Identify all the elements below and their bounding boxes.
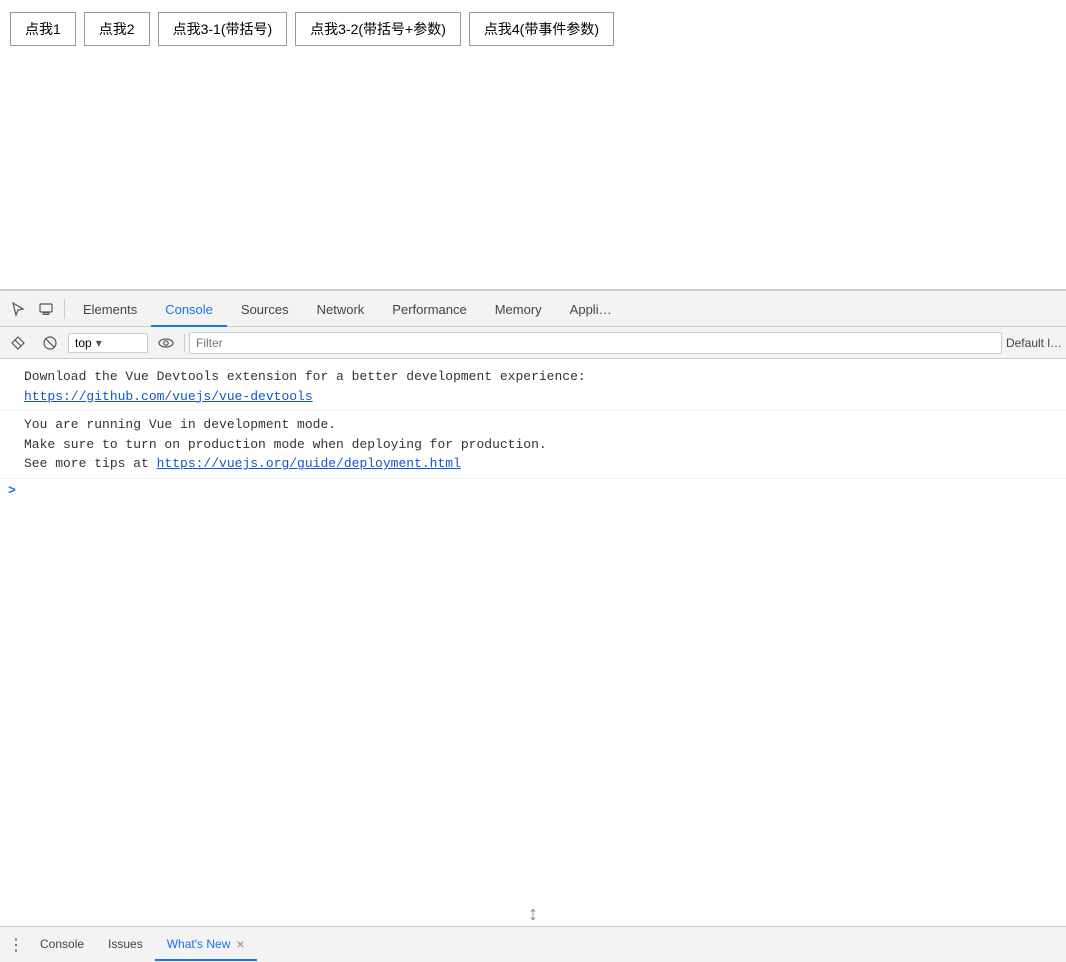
devtools-panel: Elements Console Sources Network Perform… (0, 290, 1066, 962)
tab-performance[interactable]: Performance (378, 295, 480, 327)
btn-2[interactable]: 点我2 (84, 12, 150, 46)
tab-application[interactable]: Appli… (556, 295, 626, 327)
btn-3-1[interactable]: 点我3-1(带括号) (158, 12, 288, 46)
btn-4[interactable]: 点我4(带事件参数) (469, 12, 614, 46)
drawer-tab-whatsnew[interactable]: What's New × (155, 929, 257, 961)
prompt-chevron: > (8, 483, 16, 498)
drawer-tab-console[interactable]: Console (28, 929, 96, 961)
console-message-2-line2: Make sure to turn on production mode whe… (24, 437, 547, 452)
toolbar-separator (64, 299, 65, 319)
tab-memory[interactable]: Memory (481, 295, 556, 327)
tab-console[interactable]: Console (151, 295, 227, 327)
drawer-tab-issues[interactable]: Issues (96, 929, 155, 961)
tab-network[interactable]: Network (303, 295, 379, 327)
devtools-tabs: Elements Console Sources Network Perform… (69, 291, 1062, 327)
btn-1[interactable]: 点我1 (10, 12, 76, 46)
devtools-topbar: Elements Console Sources Network Perform… (0, 291, 1066, 327)
console-message-1-prefix: Download the Vue Devtools extension for … (24, 369, 586, 384)
console-message-2-line3: See more tips at (24, 456, 157, 471)
default-levels-label: Default l… (1006, 336, 1062, 350)
console-filter-input[interactable] (189, 332, 1002, 354)
bottom-drawer: ⋮ Console Issues What's New × (0, 926, 1066, 962)
chevron-down-icon: ▾ (96, 336, 102, 350)
console-message-2-line1: You are running Vue in development mode. (24, 417, 336, 432)
btn-3-2[interactable]: 点我3-2(带括号+参数) (295, 12, 461, 46)
console-content: Download the Vue Devtools extension for … (0, 359, 1066, 926)
page-area: 点我1 点我2 点我3-1(带括号) 点我3-2(带括号+参数) 点我4(带事件… (0, 0, 1066, 290)
console-message-2-link[interactable]: https://vuejs.org/guide/deployment.html (157, 456, 461, 471)
filter-separator (184, 334, 185, 352)
button-row: 点我1 点我2 点我3-1(带括号) 点我3-2(带括号+参数) 点我4(带事件… (10, 12, 1056, 46)
console-context-value: top (75, 336, 92, 350)
tab-elements[interactable]: Elements (69, 295, 151, 327)
drawer-menu-btn[interactable]: ⋮ (4, 933, 28, 957)
console-toolbar: top ▾ Default l… (0, 327, 1066, 359)
console-context-select[interactable]: top ▾ (68, 333, 148, 353)
cursor-icon-btn[interactable] (4, 295, 32, 323)
console-message-1: Download the Vue Devtools extension for … (0, 363, 1066, 411)
device-icon-btn[interactable] (32, 295, 60, 323)
console-prompt: > (0, 479, 1066, 502)
eye-icon-btn[interactable] (152, 329, 180, 357)
drawer-tab-close-icon[interactable]: × (236, 936, 244, 952)
console-message-1-link[interactable]: https://github.com/vuejs/vue-devtools (24, 389, 313, 404)
clear-console-btn[interactable] (4, 329, 32, 357)
drawer-tab-whatsnew-label: What's New (167, 937, 231, 951)
console-message-2: You are running Vue in development mode.… (0, 411, 1066, 479)
block-icon-btn[interactable] (36, 329, 64, 357)
tab-sources[interactable]: Sources (227, 295, 303, 327)
resize-handle[interactable]: ↕ (528, 903, 538, 926)
